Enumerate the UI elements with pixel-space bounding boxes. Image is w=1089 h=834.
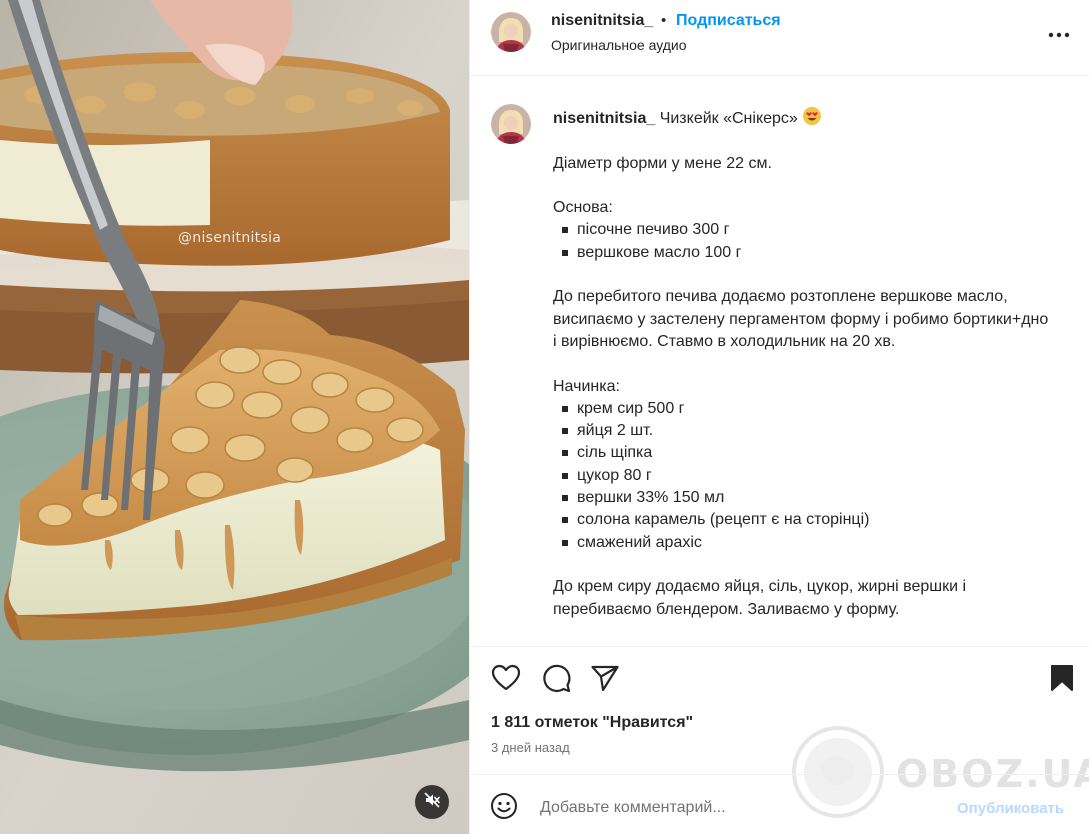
like-button[interactable] — [489, 663, 523, 697]
more-horizontal-icon — [1048, 25, 1070, 43]
media-watermark: @nisenitnitsia — [178, 230, 282, 246]
bookmark-icon — [1050, 664, 1074, 697]
filling-instructions: До крем сиру додаємо яйця, сіль, цукор, … — [553, 578, 967, 618]
speaker-muted-icon — [424, 792, 440, 813]
base-heading: Основа: — [553, 199, 613, 217]
filling-ingredients-list: крем сир 500 г яйця 2 шт. сіль щіпка цук… — [553, 398, 1053, 554]
post-actions — [470, 646, 1089, 710]
paper-plane-icon — [590, 663, 620, 698]
author-username[interactable]: nisenitnitsia_ — [551, 12, 653, 30]
more-options-button[interactable] — [1044, 22, 1074, 46]
share-button[interactable] — [588, 663, 622, 697]
post-side-panel: nisenitnitsia_ • Подписаться Оригинально… — [469, 0, 1089, 834]
author-avatar[interactable] — [491, 12, 531, 52]
post-timestamp[interactable]: 3 дней назад — [491, 740, 570, 755]
caption-title: Чизкейк «Снікерс» — [659, 110, 798, 127]
caption-username[interactable]: nisenitnitsia_ — [553, 110, 655, 127]
list-item: смажений арахіс — [553, 532, 1053, 554]
publish-button[interactable]: Опубликовать — [957, 800, 1064, 817]
likes-count[interactable]: 1 811 отметок "Нравится" — [491, 714, 693, 732]
post-caption: nisenitnitsia_ Чизкейк «Снікерс» Діаметр… — [470, 76, 1089, 646]
caption-diameter: Діаметр форми у мене 22 см. — [553, 154, 772, 172]
emoji-picker-button[interactable] — [489, 792, 519, 825]
smiley-icon — [490, 792, 518, 825]
filling-heading: Начинка: — [553, 377, 620, 395]
comment-bubble-icon — [541, 663, 571, 698]
cheesecake-photo — [0, 0, 469, 834]
list-item: яйця 2 шт. — [553, 420, 1053, 442]
heart-eyes-emoji — [802, 106, 822, 126]
base-ingredients-list: пісочне печиво 300 г вершкове масло 100 … — [553, 219, 1053, 264]
caption-text: nisenitnitsia_ Чизкейк «Снікерс» Діаметр… — [553, 106, 1053, 621]
comment-button[interactable] — [539, 663, 573, 697]
caption-author-avatar[interactable] — [491, 104, 531, 144]
follow-button[interactable]: Подписаться — [676, 12, 781, 30]
post-media[interactable]: @nisenitnitsia — [0, 0, 469, 834]
header-separator: • — [661, 12, 667, 29]
list-item: цукор 80 г — [553, 465, 1053, 487]
save-button[interactable] — [1045, 663, 1079, 697]
base-instructions: До перебитого печива додаємо розтоплене … — [553, 288, 1049, 350]
mute-button[interactable] — [415, 785, 449, 819]
list-item: крем сир 500 г — [553, 398, 1053, 420]
comment-bar: Опубликовать — [470, 774, 1089, 834]
original-audio-link[interactable]: Оригинальное аудио — [551, 37, 687, 53]
list-item: вершкове масло 100 г — [553, 242, 1053, 264]
post-header: nisenitnitsia_ • Подписаться Оригинально… — [470, 0, 1089, 76]
list-item: солона карамель (рецепт є на сторінці) — [553, 509, 1053, 531]
list-item: вершки 33% 150 мл — [553, 487, 1053, 509]
comment-input[interactable] — [540, 795, 940, 821]
list-item: пісочне печиво 300 г — [553, 219, 1053, 241]
heart-icon — [491, 664, 521, 697]
list-item: сіль щіпка — [553, 442, 1053, 464]
